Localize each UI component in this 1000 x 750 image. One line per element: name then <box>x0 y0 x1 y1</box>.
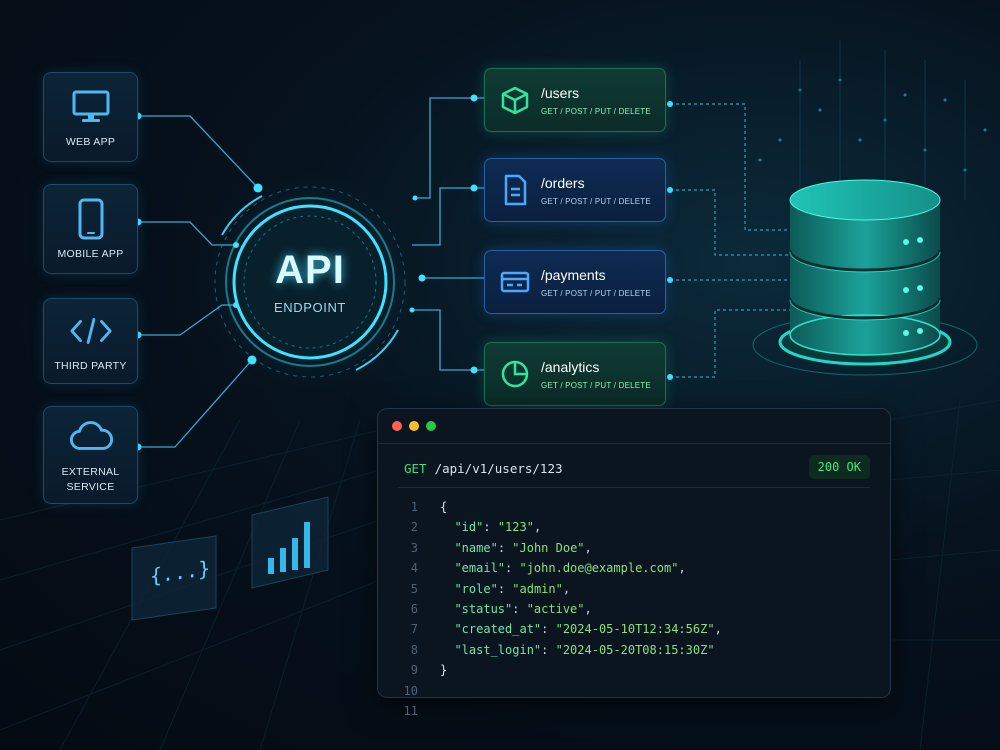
code-line: 4 "email": "john.doe@example.com", <box>396 558 876 578</box>
json-value: "active" <box>526 601 585 616</box>
endpoint-methods: GET / POST / PUT / DELETE <box>541 106 651 116</box>
line-number: 4 <box>410 561 418 576</box>
endpoint-methods: GET / POST / PUT / DELETE <box>541 288 651 298</box>
json-key: "last_login" <box>454 642 542 657</box>
endpoint-analytics[interactable]: /analytics GET / POST / PUT / DELETE <box>484 342 666 406</box>
line-number: 8 <box>410 642 418 657</box>
json-value: "2024-05-10T12:34:56Z" <box>555 622 715 637</box>
line-number: 7 <box>410 622 418 637</box>
line-number: 5 <box>410 581 418 596</box>
api-architecture-diagram: {...} API ENDPOINT WEB APP MOBILE APP TH… <box>0 0 1000 750</box>
client-mobile-app[interactable]: MOBILE APP <box>43 184 138 274</box>
json-entry: "name": "John Doe", <box>454 540 592 555</box>
code-line: 8 "last_login": "2024-05-20T08:15:30Z" <box>396 640 876 660</box>
monitor-icon <box>69 85 113 129</box>
endpoint-path: /users <box>541 84 580 101</box>
endpoint-connectors <box>412 97 484 371</box>
json-entry: "email": "john.doe@example.com", <box>454 561 686 576</box>
json-key: "status" <box>454 601 513 616</box>
line-number: 1 <box>410 500 418 514</box>
json-value: "admin" <box>512 581 563 596</box>
json-value: "John Doe" <box>512 540 585 555</box>
api-subtitle: ENDPOINT <box>274 300 346 315</box>
endpoint-payments[interactable]: /payments GET / POST / PUT / DELETE <box>484 250 666 314</box>
bar-chart-card <box>251 496 329 589</box>
status-badge: 200 OK <box>808 455 870 479</box>
endpoint-path: /payments <box>541 266 606 283</box>
json-brace: } <box>440 663 448 678</box>
json-response: 1{2 "id": "123", 3 "name": "John Doe", 4 "… <box>396 497 876 721</box>
window-close-dot[interactable] <box>392 421 402 431</box>
endpoint-methods: GET / POST / PUT / DELETE <box>541 196 651 206</box>
json-key: "name" <box>454 540 498 555</box>
code-line: 11 <box>396 701 876 721</box>
code-line: 5 "role": "admin", <box>396 579 876 599</box>
response-terminal: GET/api/v1/users/123 200 OK 1{2 "id": "1… <box>377 408 891 718</box>
client-label: MOBILE APP <box>57 247 124 260</box>
db-connectors <box>670 103 790 378</box>
code-line: 9} <box>396 660 876 680</box>
client-third-party[interactable]: THIRD PARTY <box>43 298 138 384</box>
code-line: 7 "created_at": "2024-05-10T12:34:56Z", <box>396 619 876 639</box>
window-minimize-dot[interactable] <box>409 421 419 431</box>
api-title: API <box>275 248 345 292</box>
line-number: 11 <box>403 703 418 718</box>
client-label: EXTERNAL SERVICE <box>61 466 120 493</box>
code-line: 2 "id": "123", <box>396 517 876 537</box>
client-label: THIRD PARTY <box>54 359 127 372</box>
json-entry: "role": "admin", <box>454 581 571 596</box>
line-number: 10 <box>403 683 418 698</box>
client-external-service[interactable]: EXTERNAL SERVICE <box>43 406 138 504</box>
request-method: GET <box>404 461 427 476</box>
json-key: "created_at" <box>454 622 542 637</box>
code-line: 6 "status": "active", <box>396 599 876 619</box>
endpoint-path: /analytics <box>541 358 600 375</box>
endpoint-users[interactable]: /users GET / POST / PUT / DELETE <box>484 68 666 132</box>
json-entry: "id": "123", <box>454 520 542 535</box>
line-number: 9 <box>410 663 418 678</box>
database-icon <box>752 179 978 376</box>
json-value: "john.doe@example.com" <box>519 561 679 576</box>
line-number: 6 <box>410 601 418 616</box>
json-key: "email" <box>454 561 506 576</box>
phone-icon <box>69 197 113 241</box>
endpoint-methods: GET / POST / PUT / DELETE <box>541 380 651 390</box>
card-icon <box>499 266 531 298</box>
request-line: GET/api/v1/users/123 <box>404 461 563 476</box>
document-icon <box>499 174 531 206</box>
code-line: 3 "name": "John Doe", <box>396 538 876 558</box>
cloud-icon <box>69 415 113 459</box>
pie-chart-icon <box>499 358 531 390</box>
line-number: 2 <box>410 520 418 535</box>
cube-icon <box>499 84 531 116</box>
json-entry: "status": "active", <box>454 601 592 616</box>
code-line: 10 <box>396 681 876 701</box>
window-maximize-dot[interactable] <box>426 421 436 431</box>
request-path: /api/v1/users/123 <box>434 461 563 476</box>
line-number: 3 <box>410 540 418 555</box>
json-key: "id" <box>454 520 484 535</box>
endpoint-path: /orders <box>541 174 585 191</box>
json-key: "role" <box>454 581 498 596</box>
json-brace: { <box>440 500 448 514</box>
json-entry: "created_at": "2024-05-10T12:34:56Z", <box>454 622 722 637</box>
endpoint-orders[interactable]: /orders GET / POST / PUT / DELETE <box>484 158 666 222</box>
json-value: "2024-05-20T08:15:30Z" <box>555 642 715 657</box>
json-entry: "last_login": "2024-05-20T08:15:30Z" <box>454 642 715 657</box>
client-label: WEB APP <box>65 135 116 148</box>
json-value: "123" <box>497 520 534 535</box>
code-brackets-icon <box>69 309 113 353</box>
code-line: 1{ <box>396 497 876 517</box>
client-web-app[interactable]: WEB APP <box>43 72 138 162</box>
